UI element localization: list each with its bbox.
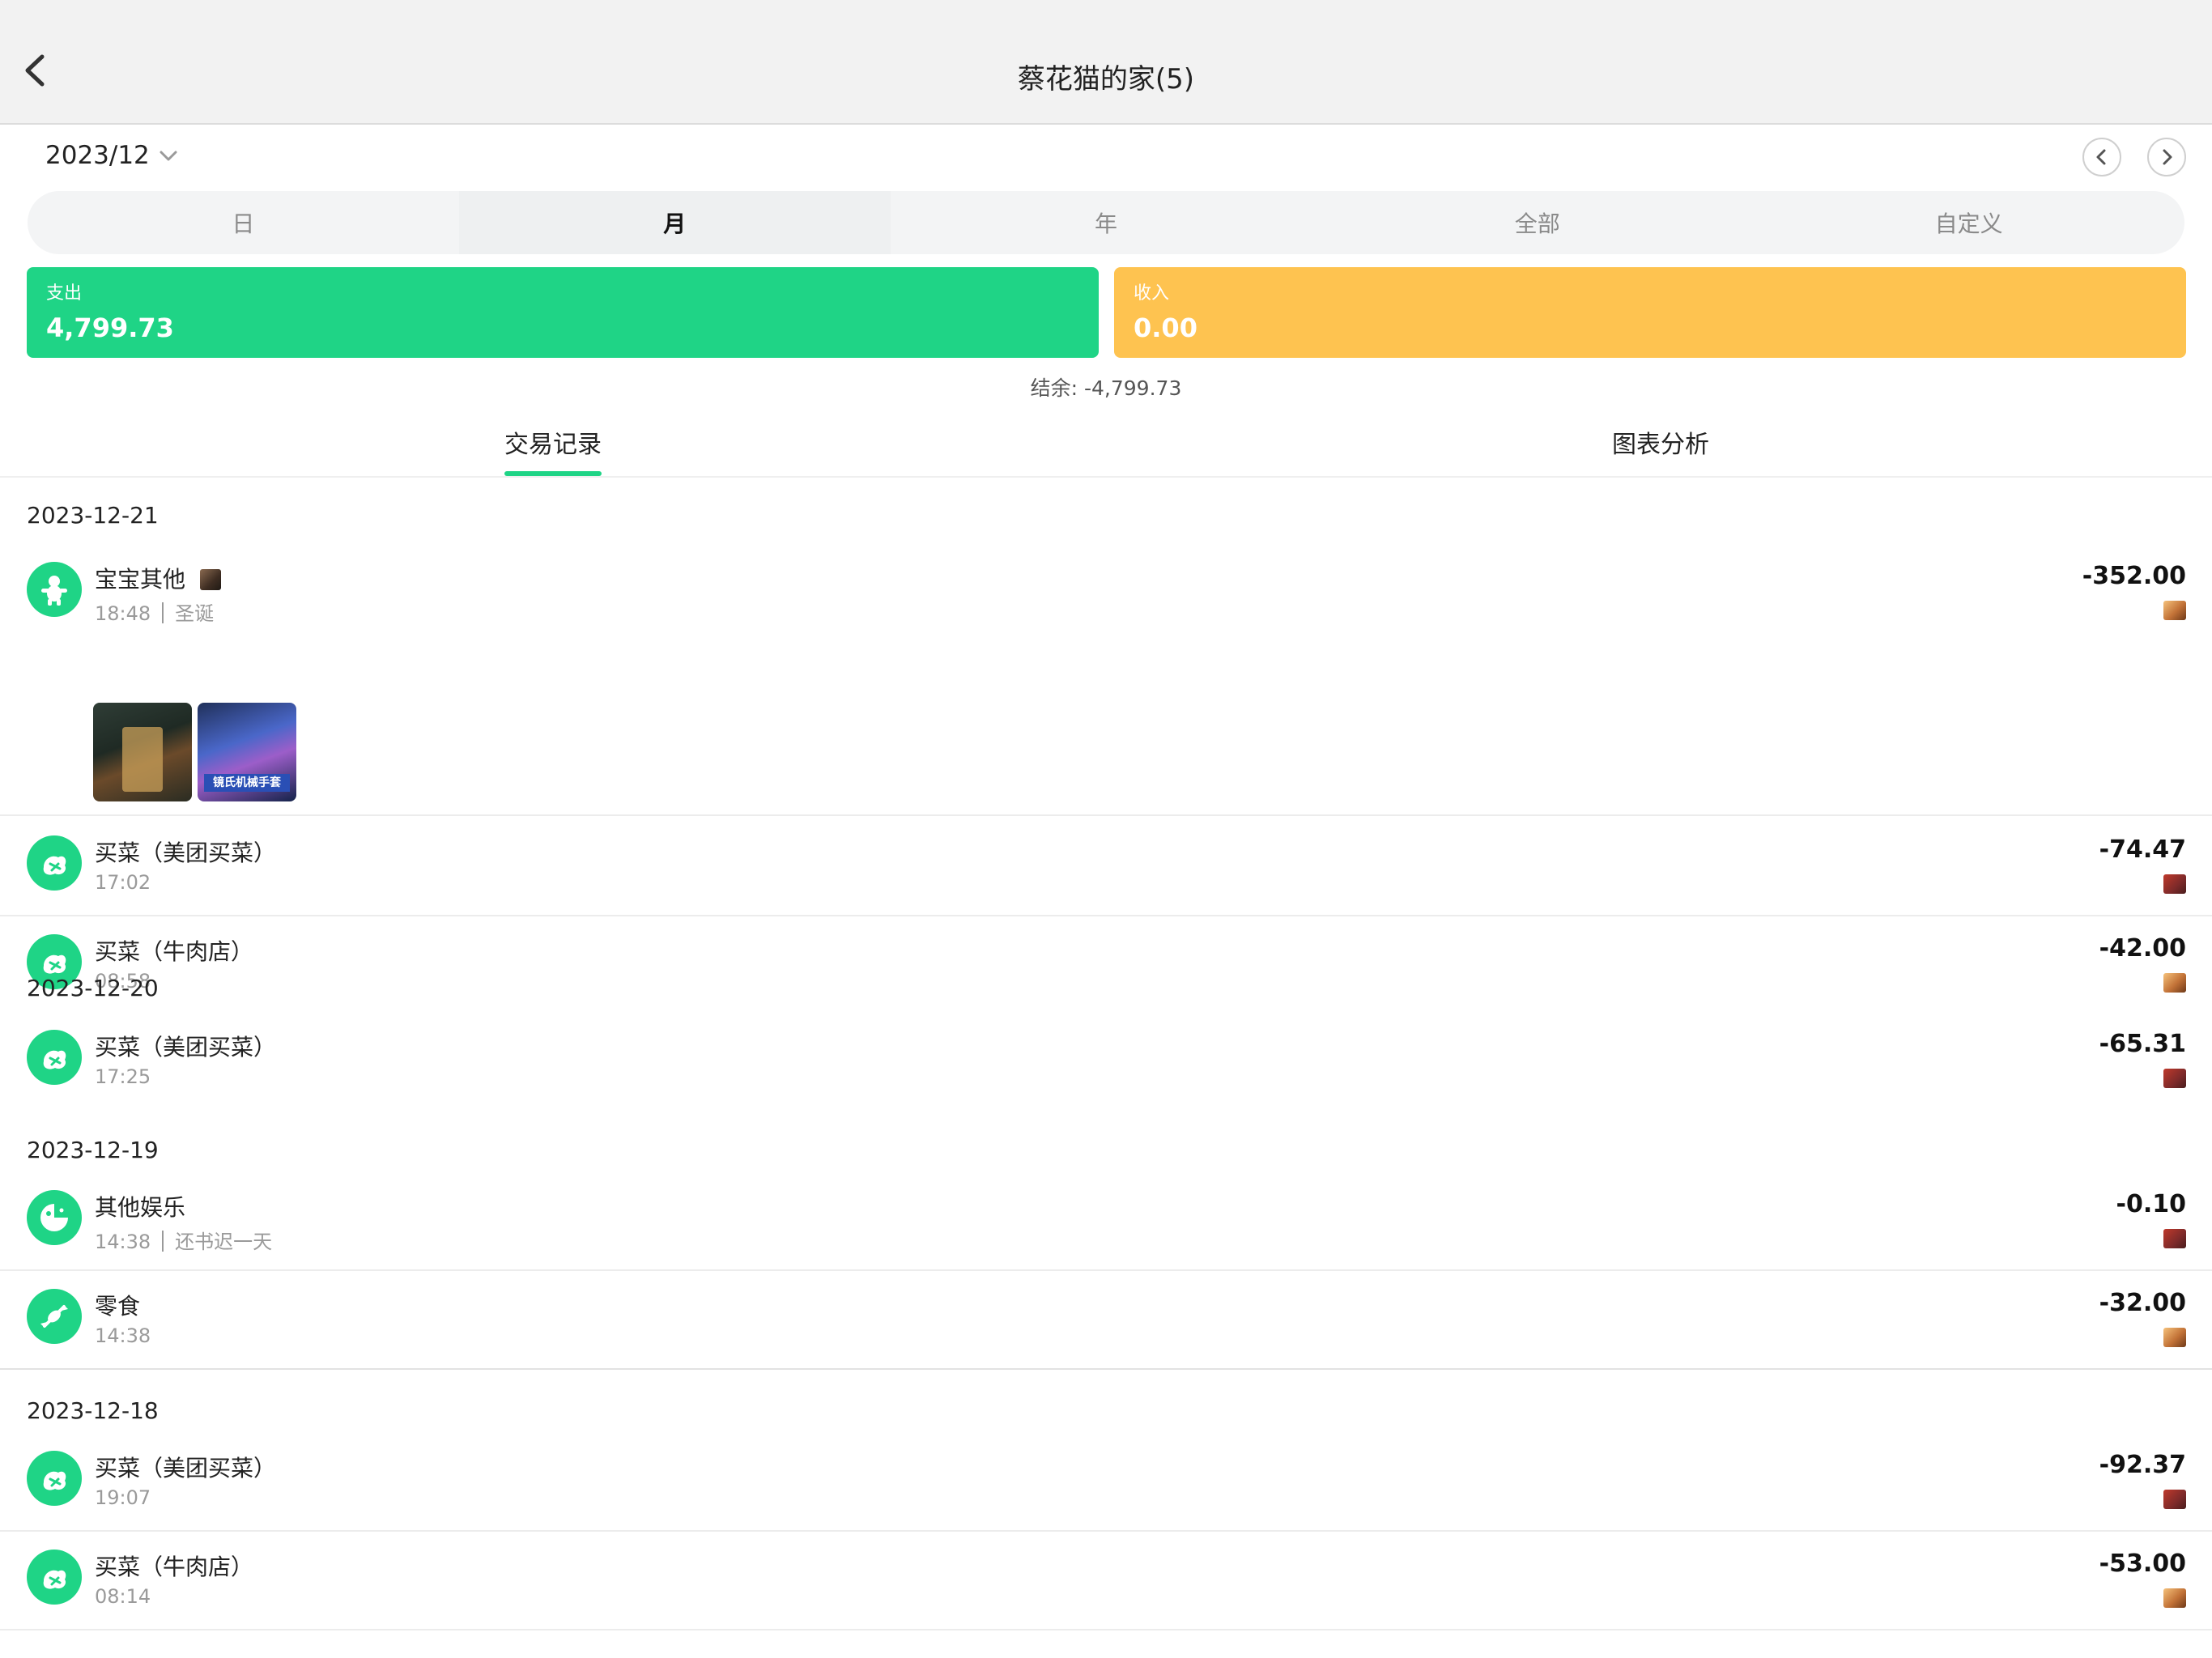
payer-avatar: [2163, 1490, 2186, 1509]
transaction-amount: -92.37: [2099, 1451, 2186, 1479]
segment-day[interactable]: 日: [28, 191, 459, 254]
transaction-amount: -32.00: [2099, 1289, 2186, 1317]
chevron-right-icon: [2163, 149, 2172, 165]
content-tabs: 交易记录 图表分析: [0, 413, 2212, 478]
transaction-category: 买菜（美团买菜）: [95, 1455, 277, 1482]
transaction-category: 买菜（美团买菜）: [95, 840, 277, 866]
payer-avatar: [2163, 1069, 2186, 1088]
transaction-row[interactable]: 买菜（美团买菜） 17:02 -74.47: [0, 818, 2212, 916]
transaction-category: 其他娱乐: [95, 1194, 186, 1221]
payer-avatar: [2163, 1588, 2186, 1608]
payer-avatar: [2163, 601, 2186, 620]
top-bar: 蔡花猫的家(5): [0, 0, 2212, 125]
transaction-amount: -53.00: [2099, 1550, 2186, 1578]
transaction-row[interactable]: 其他娱乐 14:38 还书迟一天 -0.10: [0, 1172, 2212, 1271]
chevron-down-icon: [158, 141, 179, 170]
payer-avatar: [2163, 1229, 2186, 1248]
period-type-segmented: 日 月 年 全部 自定义: [28, 191, 2184, 254]
period-selector[interactable]: 2023/12: [45, 141, 179, 170]
transaction-time: 08:14: [95, 1585, 151, 1608]
date-header: 2023-12-21: [27, 502, 159, 529]
balance-text: 结余: -4,799.73: [1030, 376, 1182, 400]
transaction-amount: -42.00: [2099, 934, 2186, 963]
member-avatar: [200, 569, 222, 590]
payer-avatar: [2163, 1328, 2186, 1347]
tab-chart-analysis[interactable]: 图表分析: [1561, 424, 1760, 460]
transaction-title: 宝宝其他: [95, 562, 222, 594]
transaction-category: 零食: [95, 1293, 141, 1320]
date-header: 2023-12-20: [27, 975, 159, 1001]
income-value: 0.00: [1134, 312, 1197, 343]
transaction-category: 买菜（牛肉店）: [95, 938, 254, 965]
transaction-meta: 14:38 还书迟一天: [95, 1226, 272, 1254]
transaction-row[interactable]: 宝宝其他 18:48 圣诞 -352.00 镜氏机械手套: [0, 544, 2212, 816]
transaction-amount: -74.47: [2099, 835, 2186, 864]
expense-value: 4,799.73: [46, 312, 174, 343]
vegetables-icon: [27, 1030, 82, 1085]
transaction-time: 17:02: [95, 871, 151, 894]
period-label: 2023/12: [45, 141, 150, 170]
transaction-meta: 18:48 圣诞: [95, 597, 214, 626]
active-tab-indicator: [504, 471, 602, 476]
game-entertainment-icon: [27, 1190, 82, 1245]
transaction-category: 买菜（美团买菜）: [95, 1034, 277, 1061]
transaction-time: 19:07: [95, 1486, 151, 1509]
candy-icon: [27, 1289, 82, 1344]
payer-avatar: [2163, 874, 2186, 894]
transaction-category: 宝宝其他: [95, 566, 186, 593]
transaction-time: 14:38: [95, 1324, 151, 1347]
transaction-row[interactable]: 零食 14:38 -32.00: [0, 1271, 2212, 1370]
date-header: 2023-12-19: [27, 1137, 159, 1163]
segment-year[interactable]: 年: [891, 191, 1322, 254]
income-label: 收入: [1134, 283, 1170, 304]
vegetables-icon: [27, 1451, 82, 1506]
payer-avatar: [2163, 973, 2186, 993]
page-title: 蔡花猫的家(5): [1017, 63, 1195, 96]
attachment-thumbnail[interactable]: [93, 703, 192, 801]
transaction-time: 14:38: [95, 1231, 151, 1253]
attachment-thumbnail[interactable]: 镜氏机械手套: [198, 703, 296, 801]
chevron-left-icon: [2096, 149, 2106, 165]
transaction-row[interactable]: 买菜（牛肉店） 08:14 -53.00: [0, 1532, 2212, 1630]
vegetables-icon: [27, 1550, 82, 1605]
transaction-row[interactable]: 买菜（美团买菜） 17:25 -65.31: [0, 1012, 2212, 1109]
transaction-amount: -352.00: [2082, 562, 2186, 590]
segment-all[interactable]: 全部: [1321, 191, 1753, 254]
prev-period-button[interactable]: [2082, 138, 2121, 176]
period-row: 2023/12: [0, 125, 2212, 189]
income-card[interactable]: 收入 0.00: [1114, 267, 2186, 358]
thumbnail-banner-text: 镜氏机械手套: [204, 774, 290, 792]
expense-card[interactable]: 支出 4,799.73: [27, 267, 1099, 358]
transaction-amount: -65.31: [2099, 1030, 2186, 1058]
vegetables-icon: [27, 835, 82, 891]
transaction-note: 还书迟一天: [175, 1231, 273, 1253]
segment-custom[interactable]: 自定义: [1753, 191, 2184, 254]
segment-month[interactable]: 月: [458, 191, 891, 254]
transaction-row[interactable]: 买菜（美团买菜） 19:07 -92.37: [0, 1433, 2212, 1532]
transaction-amount: -0.10: [2116, 1190, 2186, 1218]
date-header: 2023-12-18: [27, 1397, 159, 1424]
tab-records[interactable]: 交易记录: [453, 424, 653, 460]
next-period-button[interactable]: [2147, 138, 2186, 176]
transaction-row[interactable]: 买菜（牛肉店） 08:58 -42.00: [0, 916, 2212, 1015]
transaction-note: 圣诞: [175, 602, 215, 625]
transaction-time: 17:25: [95, 1065, 151, 1088]
expense-label: 支出: [46, 283, 83, 304]
baby-icon: [27, 562, 82, 617]
transaction-category: 买菜（牛肉店）: [95, 1554, 254, 1580]
transaction-time: 18:48: [95, 602, 151, 625]
